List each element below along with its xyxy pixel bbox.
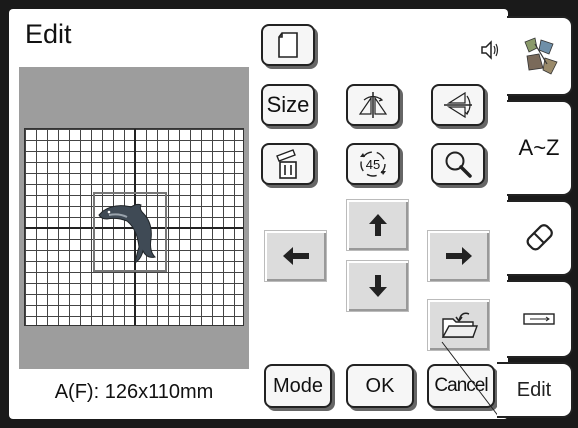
tab-pattern[interactable] <box>507 16 573 96</box>
rotate-icon: 45 <box>360 151 386 177</box>
ok-button[interactable]: OK <box>346 364 414 408</box>
tab-edit-label: Edit <box>516 378 552 401</box>
arrow-down-icon <box>368 275 387 297</box>
tab-usb[interactable] <box>507 280 573 358</box>
zoom-button[interactable] <box>431 143 485 185</box>
size-button-label: Size <box>266 92 310 117</box>
flip-vertical-button[interactable] <box>431 84 485 126</box>
tab-alphabet[interactable]: A~Z <box>507 100 573 196</box>
preview-grid <box>24 128 244 326</box>
new-page-icon <box>278 32 298 58</box>
screen: Edit A(F): 126x110mm Size 45 Mode OK Can… <box>9 9 508 419</box>
ok-button-label: OK <box>365 374 395 397</box>
delete-button[interactable] <box>261 143 315 185</box>
speaker-icon[interactable] <box>479 39 499 61</box>
tab-edit[interactable]: Edit <box>497 362 573 418</box>
mode-button[interactable]: Mode <box>264 364 332 408</box>
mode-button-label: Mode <box>272 374 324 397</box>
flip-vertical-icon <box>444 91 472 119</box>
flip-horizontal-button[interactable] <box>346 84 400 126</box>
move-right-button[interactable] <box>427 230 490 282</box>
move-down-button[interactable] <box>346 260 409 312</box>
embroidery-pattern-icon <box>524 37 558 75</box>
open-folder-icon <box>441 312 478 338</box>
arrow-up-icon <box>368 214 387 236</box>
arrow-right-icon <box>445 247 472 265</box>
move-up-button[interactable] <box>346 199 409 251</box>
embroidery-preview[interactable] <box>19 67 249 369</box>
tab-alphabet-label: A~Z <box>518 135 560 160</box>
eraser-icon <box>526 224 553 251</box>
zoom-icon <box>445 151 472 178</box>
usb-icon <box>523 313 555 325</box>
svg-text:45: 45 <box>366 157 380 172</box>
delete-icon <box>276 149 297 179</box>
flip-horizontal-icon <box>358 92 388 118</box>
move-left-button[interactable] <box>264 230 327 282</box>
rotate-45-button[interactable]: 45 <box>346 143 400 185</box>
side-tab-bar: A~Z Edit <box>497 16 573 418</box>
pattern-size-label: A(F): 126x110mm <box>54 381 214 403</box>
page-title: Edit <box>25 19 72 49</box>
new-page-button[interactable] <box>261 24 315 66</box>
arrow-left-icon <box>282 247 309 265</box>
size-button[interactable]: Size <box>261 84 315 126</box>
tab-eraser[interactable] <box>507 200 573 276</box>
dolphin-icon[interactable] <box>97 199 163 269</box>
